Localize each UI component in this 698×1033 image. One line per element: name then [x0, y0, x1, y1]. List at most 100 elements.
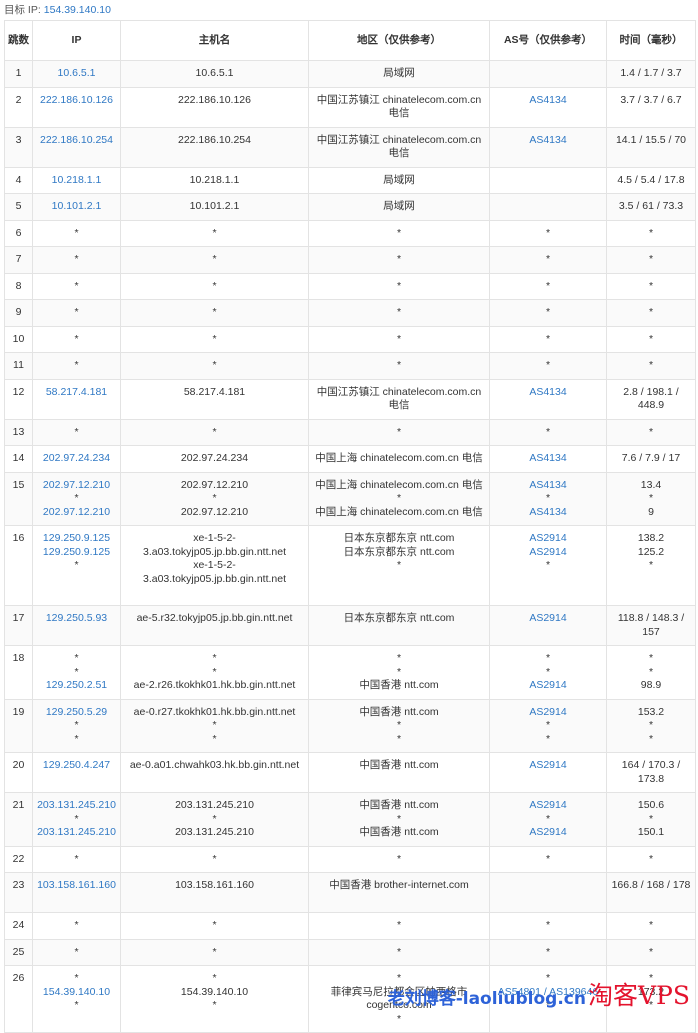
hostname-cell: * [120, 912, 309, 940]
as-cell: * AS54801 / AS139646 * [489, 965, 607, 1033]
as-cell-value: * [545, 652, 551, 664]
region-cell-value: 日本东京都东京 ntt.com [343, 545, 455, 558]
ip-cell-value[interactable]: 222.186.10.254 [36, 134, 117, 148]
table-row: 19 129.250.5.29 * * ae-0.r27.tkokhk01.hk.bb.… [4, 698, 696, 753]
as-cell-value[interactable]: AS2914 [493, 799, 603, 813]
time-cell-value: 1.4 / 1.7 / 3.7 [620, 67, 682, 79]
col-header-time: 时间（毫秒） [606, 20, 696, 61]
ip-cell-value[interactable]: 58.217.4.181 [36, 386, 117, 400]
as-cell-value[interactable]: AS2914 [493, 612, 603, 626]
time-cell: 7.6 / 7.9 / 17 [606, 445, 696, 473]
hop-number: 13 [4, 418, 33, 446]
as-cell-value[interactable]: AS2914 [493, 826, 603, 840]
time-cell-value: 118.8 / 148.3 / 157 [617, 612, 685, 638]
as-cell-value[interactable]: AS2914 [493, 546, 603, 560]
time-cell-value: 150.1 [637, 826, 665, 838]
ip-cell-value[interactable]: 202.97.12.210 [36, 506, 117, 520]
time-cell: 166.8 / 168 / 178 [606, 872, 696, 913]
ip-cell: 58.217.4.181 [32, 378, 121, 420]
time-cell-value: 2.8 / 198.1 / 448.9 [623, 385, 679, 412]
region-cell: 日本东京都东京 ntt.com [308, 605, 490, 646]
target-ip-value: 154.39.140.10 [43, 4, 111, 16]
hostname-cell: * 154.39.140.10 * [120, 965, 309, 1033]
ip-cell-value[interactable]: 202.97.24.234 [36, 452, 117, 466]
ip-cell: * [32, 219, 121, 247]
region-cell: 中国上海 chinatelecom.com.cn 电信 * 中国上海 chinate… [308, 471, 490, 526]
time-cell: * [606, 418, 696, 446]
ip-cell-value[interactable]: 129.250.4.247 [36, 759, 117, 773]
ip-cell-value[interactable]: 222.186.10.126 [36, 94, 117, 108]
ip-cell-value: * [74, 972, 79, 984]
region-cell-value: * [396, 279, 402, 292]
ip-cell: 129.250.9.125 129.250.9.125 * [32, 525, 121, 606]
hostname-cell-value: 202.97.12.210 [180, 478, 249, 491]
region-cell: * [308, 219, 490, 247]
as-cell: AS4134 [489, 445, 607, 473]
ip-cell-value[interactable]: 129.250.9.125 [36, 532, 117, 546]
time-cell-value: * [648, 492, 654, 504]
hostname-cell: 10.101.2.1 [120, 193, 309, 221]
as-cell-value[interactable]: AS2914 [493, 532, 603, 546]
as-cell-value[interactable]: AS2914 [493, 706, 603, 720]
hostname-cell: * [120, 938, 309, 966]
time-cell-value: * [648, 253, 654, 265]
ip-cell: * [32, 845, 121, 873]
target-ip-line: 目标 IP: 154.39.140.10 [4, 2, 111, 18]
time-cell: 1.4 / 1.7 / 3.7 [606, 60, 696, 88]
ip-cell-value[interactable]: 129.250.9.125 [36, 546, 117, 560]
hop-number: 26 [4, 965, 33, 1033]
as-cell: * [489, 219, 607, 247]
ip-cell-value[interactable]: 203.131.245.210 [36, 826, 117, 840]
table-row: 2 222.186.10.126 222.186.10.126 中国江苏镇江 chin… [4, 86, 696, 128]
region-cell-value: 中国香港 ntt.com [359, 826, 439, 838]
as-cell-value: * [545, 279, 551, 292]
ip-cell-value[interactable]: 10.101.2.1 [36, 200, 117, 214]
hostname-cell-value: * [212, 359, 217, 371]
as-cell-value[interactable]: AS4134 [493, 134, 603, 148]
ip-cell: 103.158.161.160 [32, 872, 121, 913]
hostname-cell-value: * [212, 425, 217, 438]
ip-cell-value[interactable]: 10.218.1.1 [36, 174, 117, 188]
as-cell-value[interactable]: AS4134 [493, 452, 603, 466]
as-cell-value: * [545, 719, 551, 731]
as-cell-value: * [545, 852, 551, 865]
table-row: 14 202.97.24.234 202.97.24.234 中国上海 chinate… [4, 445, 696, 473]
as-cell: AS2914 * * [489, 698, 607, 753]
region-cell-value: * [396, 226, 402, 239]
as-cell-value[interactable]: AS4134 [493, 94, 603, 108]
time-cell-value: * [648, 812, 654, 825]
hostname-cell: 222.186.10.126 [120, 86, 309, 128]
time-cell: * [606, 912, 696, 940]
as-cell-value: * [545, 492, 551, 504]
hop-number: 7 [4, 246, 33, 274]
as-cell-value[interactable]: AS4134 [493, 386, 603, 400]
table-row: 4 10.218.1.1 10.218.1.1 局域网 4.5 / 5.4 / 17.8 [4, 166, 696, 194]
region-cell-value: 日本东京都东京 ntt.com [343, 612, 455, 624]
ip-cell-value[interactable]: 129.250.5.29 [36, 706, 117, 720]
time-cell-value: 98.9 [640, 679, 662, 691]
as-cell-value[interactable]: AS54801 / AS139646 [493, 986, 603, 1000]
ip-cell-value[interactable]: 129.250.5.93 [36, 612, 117, 626]
time-cell: * [606, 299, 696, 327]
ip-cell-value[interactable]: 103.158.161.160 [36, 879, 117, 893]
ip-cell-value[interactable]: 10.6.5.1 [36, 67, 117, 81]
as-cell-value[interactable]: AS2914 [493, 759, 603, 773]
ip-cell-value[interactable]: 154.39.140.10 [36, 986, 117, 1000]
as-cell-value[interactable]: AS2914 [493, 679, 603, 693]
ip-cell-value[interactable]: 129.250.2.51 [36, 679, 117, 693]
ip-cell-value: * [74, 852, 79, 865]
region-cell-value: * [396, 492, 402, 504]
ip-cell: 203.131.245.210 * 203.131.245.210 [32, 792, 121, 847]
as-cell: AS4134 [489, 126, 607, 168]
ip-cell-value[interactable]: 203.131.245.210 [36, 799, 117, 813]
hop-number: 16 [4, 525, 33, 606]
ip-cell: * [32, 418, 121, 446]
time-cell-value: 3.7 / 3.7 / 6.7 [620, 93, 682, 106]
col-header-hop: 跳数 [4, 20, 33, 61]
as-cell-value[interactable]: AS4134 [493, 479, 603, 493]
time-cell-value: * [648, 306, 654, 318]
ip-cell-value[interactable]: 202.97.12.210 [36, 479, 117, 493]
time-cell-value: 9 [648, 505, 654, 518]
region-cell-value: * [396, 972, 402, 984]
as-cell-value[interactable]: AS4134 [493, 506, 603, 520]
